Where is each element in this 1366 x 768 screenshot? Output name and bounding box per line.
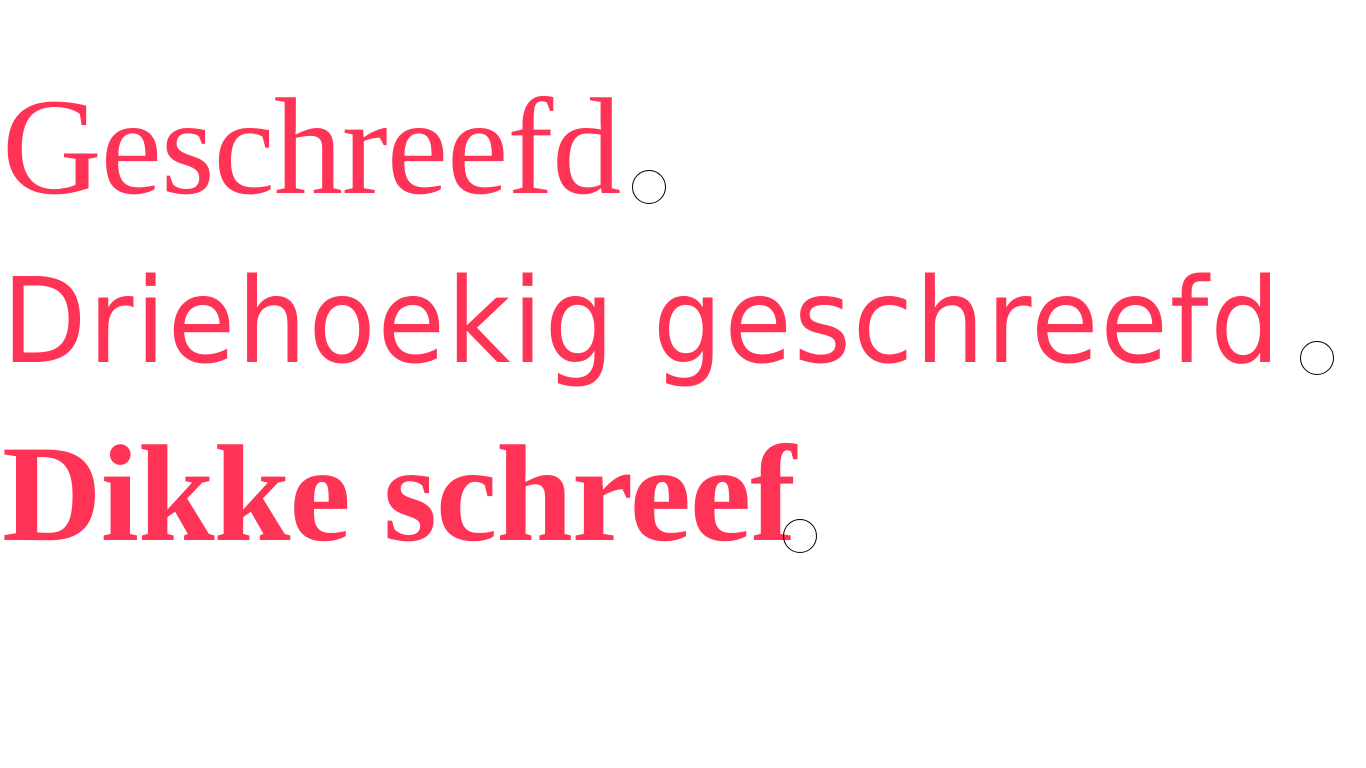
serif-highlight-circle [632,170,666,204]
bold-serif-highlight-circle [783,519,817,553]
slab-serif-sample-text: Driehoekig geschreefd [2,252,1282,390]
serif-sample-text: Geschreefd [2,70,621,223]
bold-serif-sample-text: Dikke schreef [2,417,796,570]
slab-serif-highlight-circle [1300,341,1334,375]
canvas: Geschreefd Driehoekig geschreefd Dikke s… [0,0,1366,768]
